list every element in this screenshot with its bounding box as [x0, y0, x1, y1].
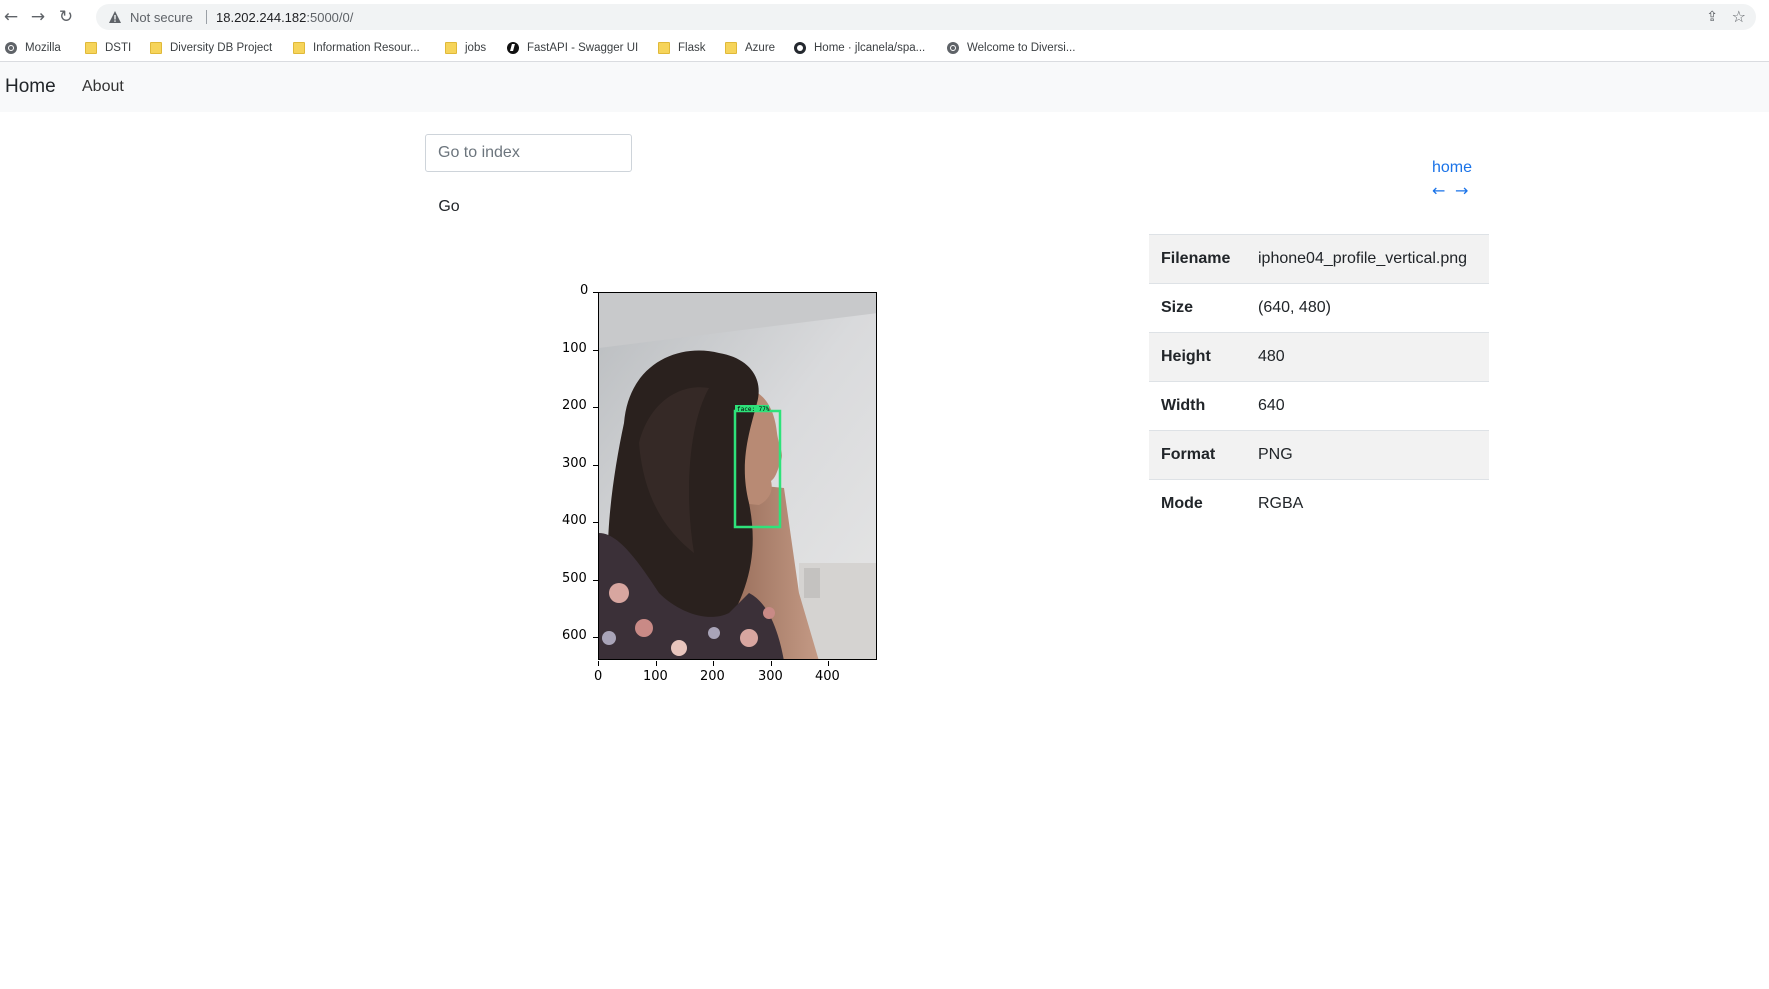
app-navbar: Home About — [0, 62, 1769, 112]
y-tick-label: 400 — [562, 513, 587, 528]
fastapi-icon — [507, 42, 519, 54]
metadata-value: iphone04_profile_vertical.png — [1246, 234, 1489, 284]
x-tick-mark — [598, 661, 599, 666]
folder-icon — [85, 42, 97, 54]
x-tick-mark — [656, 661, 657, 666]
forward-arrow-icon[interactable]: → — [29, 8, 47, 26]
globe-icon — [5, 42, 17, 54]
table-row: Width 640 — [1149, 381, 1489, 431]
url-text[interactable]: 18.202.244.182:5000/0/ — [216, 10, 353, 25]
y-tick-mark — [593, 407, 598, 408]
metadata-key: Height — [1149, 332, 1246, 382]
nav-link-about[interactable]: About — [82, 78, 124, 96]
face-detection-label: face: 77% — [737, 406, 770, 413]
nav-brand-home[interactable]: Home — [5, 76, 56, 98]
folder-icon — [293, 42, 305, 54]
folder-icon — [725, 42, 737, 54]
next-image-link[interactable]: → — [1455, 181, 1468, 200]
y-tick-label: 600 — [562, 628, 587, 643]
bookmark-star-icon[interactable]: ☆ — [1732, 7, 1746, 26]
folder-icon — [445, 42, 457, 54]
metadata-value: 640 — [1246, 381, 1489, 431]
y-tick-label: 500 — [562, 571, 587, 586]
profile-photo: face: 77% — [599, 293, 876, 659]
previous-image-link[interactable]: ← — [1432, 181, 1445, 200]
bookmark-label: Flask — [678, 42, 706, 54]
bookmark-label: Mozilla — [25, 42, 61, 54]
back-arrow-icon[interactable]: ← — [2, 8, 20, 26]
metadata-value: PNG — [1246, 430, 1489, 480]
x-tick-label: 0 — [594, 669, 603, 684]
table-row: Format PNG — [1149, 430, 1489, 480]
x-tick-mark — [828, 661, 829, 666]
y-tick-mark — [593, 350, 598, 351]
x-tick-label: 300 — [758, 669, 783, 684]
x-tick-label: 200 — [700, 669, 725, 684]
table-row: Height 480 — [1149, 332, 1489, 382]
photo-frame: face: 77% — [598, 292, 877, 660]
security-status: Not secure — [130, 10, 193, 25]
metadata-value: 480 — [1246, 332, 1489, 382]
go-button[interactable]: Go — [425, 192, 473, 222]
metadata-key: Mode — [1149, 479, 1246, 529]
bookmark-dsti[interactable]: DSTI — [85, 40, 131, 56]
bookmark-label: DSTI — [105, 42, 132, 54]
y-tick-mark — [593, 465, 598, 466]
bookmark-flask[interactable]: Flask — [658, 40, 705, 56]
detection-figure: face: 77% 0 100 200 300 400 500 600 0 10… — [540, 280, 910, 695]
metadata-key: Width — [1149, 381, 1246, 431]
bookmark-label: jobs — [465, 42, 487, 54]
y-tick-mark — [593, 637, 598, 638]
metadata-value: RGBA — [1246, 479, 1489, 529]
folder-icon — [658, 42, 670, 54]
metadata-key: Size — [1149, 283, 1246, 333]
table-row: Mode RGBA — [1149, 479, 1489, 529]
bookmark-label: Home · jlcanela/spa... — [814, 42, 926, 54]
y-tick-label: 300 — [562, 456, 587, 471]
y-tick-label: 0 — [580, 283, 589, 298]
bookmark-jobs[interactable]: jobs — [445, 40, 486, 56]
folder-icon — [150, 42, 162, 54]
image-metadata-table: Filename iphone04_profile_vertical.png Si… — [1149, 234, 1489, 529]
home-link[interactable]: home — [1432, 159, 1472, 177]
bookmark-label: Welcome to Diversi... — [967, 42, 1076, 54]
metadata-key: Format — [1149, 430, 1246, 480]
bookmark-information[interactable]: Information Resour... — [293, 40, 420, 56]
bookmark-diversity-db[interactable]: Diversity DB Project — [150, 40, 272, 56]
address-bar[interactable]: Not secure 18.202.244.182:5000/0/ ⇪ ☆ — [96, 4, 1756, 30]
globe-icon — [947, 42, 959, 54]
x-tick-mark — [713, 661, 714, 666]
metadata-key: Filename — [1149, 234, 1246, 284]
table-row: Filename iphone04_profile_vertical.png — [1149, 234, 1489, 284]
warning-icon — [109, 11, 121, 23]
bookmark-fastapi[interactable]: FastAPI - Swagger UI — [507, 40, 638, 56]
table-row: Size (640, 480) — [1149, 283, 1489, 333]
url-path: :5000/0/ — [306, 10, 354, 25]
metadata-value: (640, 480) — [1246, 283, 1489, 333]
y-tick-label: 200 — [562, 398, 587, 413]
bookmark-label: Azure — [745, 42, 776, 54]
bookmark-label: FastAPI - Swagger UI — [527, 42, 639, 54]
x-tick-label: 400 — [815, 669, 840, 684]
y-tick-mark — [593, 522, 598, 523]
browser-toolbar: ← → ↻ Not secure 18.202.244.182:5000/0/ … — [0, 0, 1769, 34]
bookmarks-bar: Mozilla DSTI Diversity DB Project Inform… — [0, 34, 1769, 62]
go-to-index-input[interactable] — [425, 134, 632, 172]
reload-icon[interactable]: ↻ — [57, 8, 75, 26]
x-tick-mark — [771, 661, 772, 666]
y-tick-label: 100 — [562, 341, 587, 356]
y-tick-mark — [593, 580, 598, 581]
url-host: 18.202.244.182 — [216, 10, 307, 25]
divider — [206, 10, 207, 24]
x-tick-label: 100 — [643, 669, 668, 684]
bookmark-azure[interactable]: Azure — [725, 40, 775, 56]
github-icon — [794, 42, 806, 54]
bookmark-welcome[interactable]: Welcome to Diversi... — [947, 40, 1075, 56]
bookmark-mozilla[interactable]: Mozilla — [5, 40, 61, 56]
y-tick-mark — [593, 292, 598, 293]
bookmark-label: Diversity DB Project — [170, 42, 273, 54]
share-icon[interactable]: ⇪ — [1706, 9, 1718, 25]
bookmark-label: Information Resour... — [313, 42, 420, 54]
bookmark-github-home[interactable]: Home · jlcanela/spa... — [794, 40, 925, 56]
